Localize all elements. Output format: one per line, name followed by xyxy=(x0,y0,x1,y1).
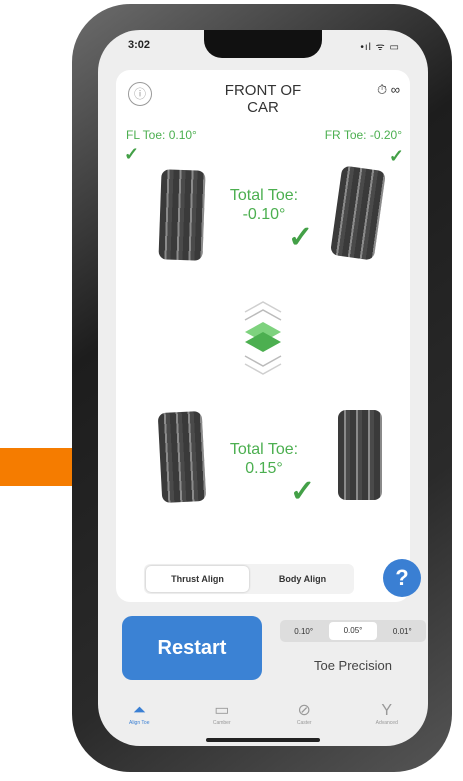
precision-option-010[interactable]: 0.10° xyxy=(280,627,327,636)
info-icon[interactable]: ⓘ xyxy=(128,82,152,106)
app-screen: 3:02 •ıl ᯤ ▭ ⓘ FRONT OF CAR ⏱ ∞ FL Toe: … xyxy=(98,30,428,746)
timer-indicator[interactable]: ⏱ ∞ xyxy=(377,82,400,98)
rear-right-tire xyxy=(338,410,382,500)
camber-icon: ▭ xyxy=(214,702,230,719)
front-left-tire xyxy=(158,169,206,261)
status-icons: •ıl ᯤ ▭ xyxy=(360,42,400,53)
caster-icon: ⊘ xyxy=(297,702,311,719)
status-time: 3:02 xyxy=(128,39,151,51)
align-toe-icon: ⏶ xyxy=(132,702,146,719)
front-of-car-title: FRONT OF CAR xyxy=(224,82,302,116)
tab-label: Caster xyxy=(296,720,312,726)
rear-left-tire xyxy=(157,410,207,504)
fl-toe-label: FL Toe: 0.10° xyxy=(126,128,197,142)
precision-option-005[interactable]: 0.05° xyxy=(329,622,377,640)
fr-check-icon: ✓ xyxy=(388,146,404,166)
rear-total-toe-label: Total Toe: xyxy=(229,441,299,458)
fr-toe-label: FR Toe: -0.20° xyxy=(324,128,402,142)
advanced-icon: Y xyxy=(381,702,393,719)
front-right-tire xyxy=(329,165,387,261)
help-button[interactable]: ? xyxy=(383,559,421,597)
precision-option-001[interactable]: 0.01° xyxy=(379,627,426,636)
tab-label: Align Toe xyxy=(129,720,150,726)
front-total-toe: Total Toe: -0.10° xyxy=(222,186,306,224)
front-total-check-icon: ✓ xyxy=(288,221,314,254)
fl-check-icon: ✓ xyxy=(124,144,140,164)
body-align-option[interactable]: Body Align xyxy=(251,564,354,594)
level-layers-icon xyxy=(244,301,282,375)
tab-align-toe[interactable]: ⏶ Align Toe xyxy=(98,702,181,746)
rear-total-check-icon: ✓ xyxy=(290,475,316,508)
home-indicator xyxy=(206,738,320,742)
tab-advanced[interactable]: Y Advanced xyxy=(346,702,429,746)
toe-precision-label: Toe Precision xyxy=(313,658,393,673)
precision-segmented: 0.10° 0.05° 0.01° xyxy=(280,620,426,642)
notch xyxy=(204,30,322,58)
align-mode-segmented: Thrust Align Body Align xyxy=(144,564,354,594)
rear-total-toe: Total Toe: 0.15° xyxy=(222,440,306,478)
restart-button[interactable]: Restart xyxy=(122,616,262,680)
tab-label: Camber xyxy=(212,720,231,726)
front-total-toe-label: Total Toe: xyxy=(229,187,299,204)
tab-label: Advanced xyxy=(375,720,398,726)
thrust-align-option[interactable]: Thrust Align xyxy=(146,566,249,592)
alignment-card: ⓘ FRONT OF CAR ⏱ ∞ FL Toe: 0.10° FR Toe:… xyxy=(116,70,421,602)
